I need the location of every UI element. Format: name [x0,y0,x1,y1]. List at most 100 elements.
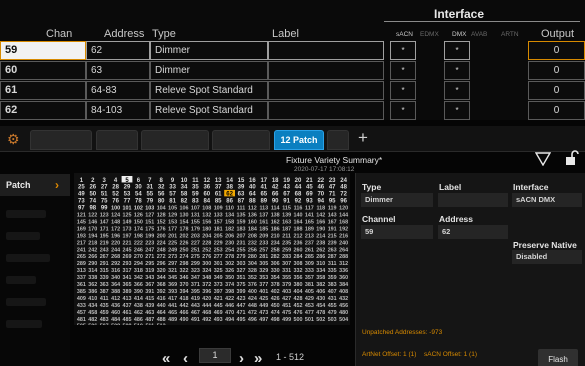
address-cell[interactable]: 176 [157,226,166,232]
address-cell[interactable]: 418 [180,296,189,302]
address-cell[interactable]: 54 [135,192,142,198]
address-cell[interactable]: 416 [157,296,166,302]
address-cell[interactable]: 288 [339,254,348,260]
col-output[interactable]: Output [541,28,574,40]
address-cell[interactable]: 315 [100,268,109,274]
address-cell[interactable]: 137 [259,213,268,219]
channel-field[interactable]: 59 [361,225,433,239]
address-cell[interactable]: 166 [316,219,325,225]
address-cell[interactable]: 31 [146,185,153,191]
address-cell[interactable]: 358 [316,275,325,281]
address-cell[interactable]: 134 [225,213,234,219]
address-cell[interactable]: 47 [329,185,336,191]
address-cell[interactable]: 445 [214,303,223,309]
address-cell[interactable]: 168 [339,219,348,225]
address-cell[interactable]: 371 [191,282,200,288]
address-cell[interactable]: 467 [191,310,200,316]
address-cell[interactable]: 312 [339,261,348,267]
address-cell[interactable]: 368 [157,282,166,288]
page-number-field[interactable]: 1 [199,348,231,363]
address-cell[interactable]: 480 [339,310,348,316]
address-cell[interactable]: 363 [100,282,109,288]
address-cell[interactable]: 182 [225,226,234,232]
address-cell[interactable]: 167 [328,219,337,225]
address-cell[interactable]: 181 [214,226,223,232]
address-cell[interactable]: 510 [134,324,143,325]
address-cell[interactable]: 62 [226,192,233,198]
add-tab-icon[interactable]: + [358,128,368,148]
address-cell[interactable]: 19 [283,178,290,184]
address-cell[interactable]: 179 [191,226,200,232]
address-cell[interactable]: 297 [168,261,177,267]
address-cell[interactable]: 262 [316,247,325,253]
col-edmx[interactable]: EDMX [420,31,439,38]
address-cell[interactable]: 438 [134,303,143,309]
address-cell[interactable]: 390 [134,289,143,295]
address-cell[interactable]: 184 [248,226,257,232]
address-cell[interactable]: 208 [248,233,257,239]
address-cell[interactable]: 270 [134,254,143,260]
col-dmx[interactable]: DMX [452,31,466,38]
address-cell[interactable]: 29 [124,185,131,191]
address-cell[interactable]: 110 [225,206,234,212]
address-cell[interactable]: 187 [282,226,291,232]
address-cell[interactable]: 200 [157,233,166,239]
address-cell[interactable]: 65 [260,192,267,198]
address-cell[interactable]: 89 [260,199,267,205]
address-cell[interactable]: 340 [111,275,120,281]
address-cell[interactable]: 389 [123,289,132,295]
address-cell[interactable]: 147 [100,219,109,225]
address-cell[interactable]: 493 [214,317,223,323]
col-address[interactable]: Address [104,28,144,40]
address-cell[interactable]: 508 [111,324,120,325]
address-cell[interactable]: 108 [202,206,211,212]
address-cell[interactable]: 16 [249,178,256,184]
double-chevron-left-icon[interactable]: « [162,350,170,366]
address-cell[interactable]: 64 [249,192,256,198]
address-cell[interactable]: 169 [77,226,86,232]
address-cell[interactable]: 118 [316,206,325,212]
address-cell[interactable]: 415 [145,296,154,302]
dmx-flag[interactable]: * [444,61,470,80]
address-cell[interactable]: 449 [259,303,268,309]
address-cell[interactable]: 355 [282,275,291,281]
address-cell[interactable]: 123 [100,213,109,219]
address-cell[interactable]: 421 [214,296,223,302]
address-cell[interactable]: 48 [340,185,347,191]
address-cell[interactable]: 140 [294,213,303,219]
type-cell[interactable]: Releve Spot Standard [150,81,268,100]
address-cell[interactable]: 511 [145,324,154,325]
address-cell[interactable]: 356 [294,275,303,281]
address-cell[interactable]: 425 [259,296,268,302]
address-cell[interactable]: 274 [180,254,189,260]
address-cell[interactable]: 2 [91,178,95,184]
address-cell[interactable]: 170 [88,226,97,232]
address-cell[interactable]: 8 [160,178,164,184]
address-cell[interactable]: 468 [202,310,211,316]
address-cell[interactable]: 292 [111,261,120,267]
address-cell[interactable]: 155 [191,219,200,225]
address-cell[interactable]: 138 [271,213,280,219]
address-cell[interactable]: 85 [215,199,222,205]
address-cell[interactable]: 131 [191,213,200,219]
address-cell[interactable]: 446 [225,303,234,309]
address-cell[interactable]: 90 [272,199,279,205]
address-cell[interactable]: 253 [214,247,223,253]
address-cell[interactable]: 384 [339,282,348,288]
address-cell[interactable]: 453 [305,303,314,309]
address-cell[interactable]: 163 [282,219,291,225]
address-cell[interactable]: 72 [340,192,347,198]
label-field[interactable] [438,193,508,207]
address-cell[interactable]: 463 [145,310,154,316]
address-cell[interactable]: 51 [101,192,108,198]
address-cell[interactable]: 218 [88,240,97,246]
address-cell[interactable]: 73 [78,199,85,205]
address-cell[interactable]: 345 [168,275,177,281]
address-cell[interactable]: 63 [86,61,150,80]
address-cell[interactable]: 507 [100,324,109,325]
address-cell[interactable]: 304 [248,261,257,267]
address-cell[interactable]: 378 [271,282,280,288]
address-cell[interactable]: 500 [294,317,303,323]
address-cell[interactable]: 15 [238,178,245,184]
address-cell[interactable]: 3 [103,178,107,184]
